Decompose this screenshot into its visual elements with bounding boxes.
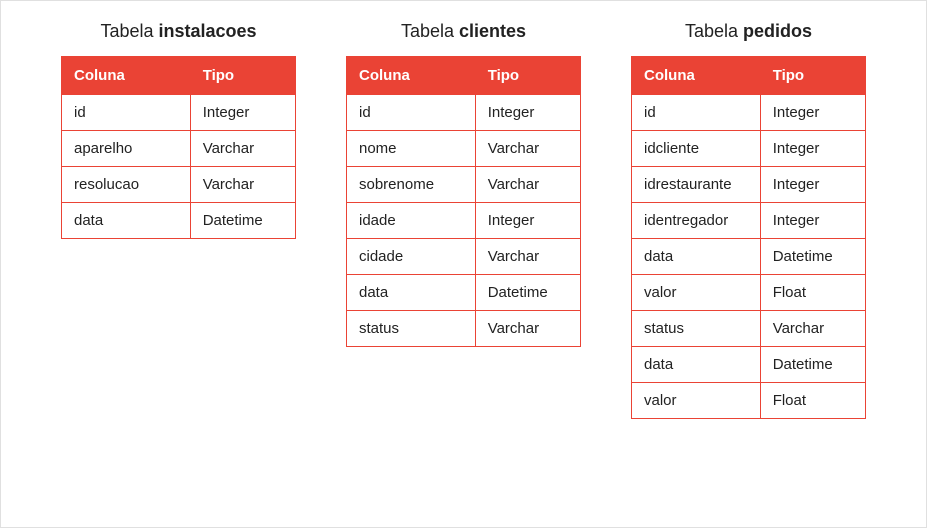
cell-col: status [347, 311, 476, 347]
table-row: cidadeVarchar [347, 239, 581, 275]
tables-container: Tabela instalacoes Coluna Tipo idInteger… [61, 21, 866, 419]
table-row: resolucaoVarchar [62, 167, 296, 203]
title-prefix: Tabela [685, 21, 743, 41]
cell-type: Datetime [475, 275, 580, 311]
table-block-pedidos: Tabela pedidos Coluna Tipo idInteger idc… [631, 21, 866, 419]
cell-type: Float [760, 383, 865, 419]
title-prefix: Tabela [100, 21, 158, 41]
cell-col: data [347, 275, 476, 311]
header-tipo: Tipo [760, 57, 865, 95]
cell-col: idade [347, 203, 476, 239]
cell-col: data [632, 239, 761, 275]
cell-type: Integer [475, 203, 580, 239]
schema-table-pedidos: Coluna Tipo idInteger idclienteInteger i… [631, 56, 866, 419]
cell-type: Datetime [190, 203, 295, 239]
cell-col: aparelho [62, 131, 191, 167]
cell-type: Varchar [475, 167, 580, 203]
cell-type: Varchar [190, 167, 295, 203]
table-row: idInteger [632, 95, 866, 131]
header-tipo: Tipo [190, 57, 295, 95]
cell-type: Integer [760, 203, 865, 239]
table-block-instalacoes: Tabela instalacoes Coluna Tipo idInteger… [61, 21, 296, 239]
cell-col: id [62, 95, 191, 131]
table-row: idadeInteger [347, 203, 581, 239]
table-name: clientes [459, 21, 526, 41]
cell-type: Float [760, 275, 865, 311]
cell-type: Varchar [190, 131, 295, 167]
table-row: idInteger [62, 95, 296, 131]
cell-type: Varchar [475, 311, 580, 347]
header-coluna: Coluna [632, 57, 761, 95]
table-title: Tabela clientes [401, 21, 526, 42]
cell-col: resolucao [62, 167, 191, 203]
table-row: dataDatetime [632, 347, 866, 383]
cell-col: idcliente [632, 131, 761, 167]
table-row: statusVarchar [347, 311, 581, 347]
cell-col: data [62, 203, 191, 239]
table-row: valorFloat [632, 383, 866, 419]
table-row: idInteger [347, 95, 581, 131]
cell-col: id [347, 95, 476, 131]
title-prefix: Tabela [401, 21, 459, 41]
header-coluna: Coluna [62, 57, 191, 95]
cell-type: Integer [760, 167, 865, 203]
cell-col: status [632, 311, 761, 347]
table-header-row: Coluna Tipo [62, 57, 296, 95]
cell-type: Integer [760, 95, 865, 131]
cell-col: data [632, 347, 761, 383]
table-row: valorFloat [632, 275, 866, 311]
cell-col: valor [632, 275, 761, 311]
table-name: instalacoes [158, 21, 256, 41]
cell-type: Varchar [760, 311, 865, 347]
table-title: Tabela instalacoes [100, 21, 256, 42]
header-coluna: Coluna [347, 57, 476, 95]
cell-type: Datetime [760, 239, 865, 275]
cell-type: Varchar [475, 131, 580, 167]
cell-col: cidade [347, 239, 476, 275]
cell-col: nome [347, 131, 476, 167]
header-tipo: Tipo [475, 57, 580, 95]
table-row: dataDatetime [632, 239, 866, 275]
table-title: Tabela pedidos [685, 21, 812, 42]
cell-type: Integer [475, 95, 580, 131]
schema-table-clientes: Coluna Tipo idInteger nomeVarchar sobren… [346, 56, 581, 347]
table-row: idrestauranteInteger [632, 167, 866, 203]
cell-type: Varchar [475, 239, 580, 275]
cell-col: sobrenome [347, 167, 476, 203]
schema-table-instalacoes: Coluna Tipo idInteger aparelhoVarchar re… [61, 56, 296, 239]
table-header-row: Coluna Tipo [347, 57, 581, 95]
table-row: sobrenomeVarchar [347, 167, 581, 203]
cell-col: id [632, 95, 761, 131]
table-row: nomeVarchar [347, 131, 581, 167]
table-name: pedidos [743, 21, 812, 41]
cell-type: Integer [760, 131, 865, 167]
cell-type: Datetime [760, 347, 865, 383]
table-row: dataDatetime [62, 203, 296, 239]
cell-col: idrestaurante [632, 167, 761, 203]
cell-col: identregador [632, 203, 761, 239]
table-row: statusVarchar [632, 311, 866, 347]
table-row: dataDatetime [347, 275, 581, 311]
table-block-clientes: Tabela clientes Coluna Tipo idInteger no… [346, 21, 581, 347]
table-header-row: Coluna Tipo [632, 57, 866, 95]
table-row: aparelhoVarchar [62, 131, 296, 167]
cell-col: valor [632, 383, 761, 419]
table-row: identregadorInteger [632, 203, 866, 239]
table-row: idclienteInteger [632, 131, 866, 167]
cell-type: Integer [190, 95, 295, 131]
